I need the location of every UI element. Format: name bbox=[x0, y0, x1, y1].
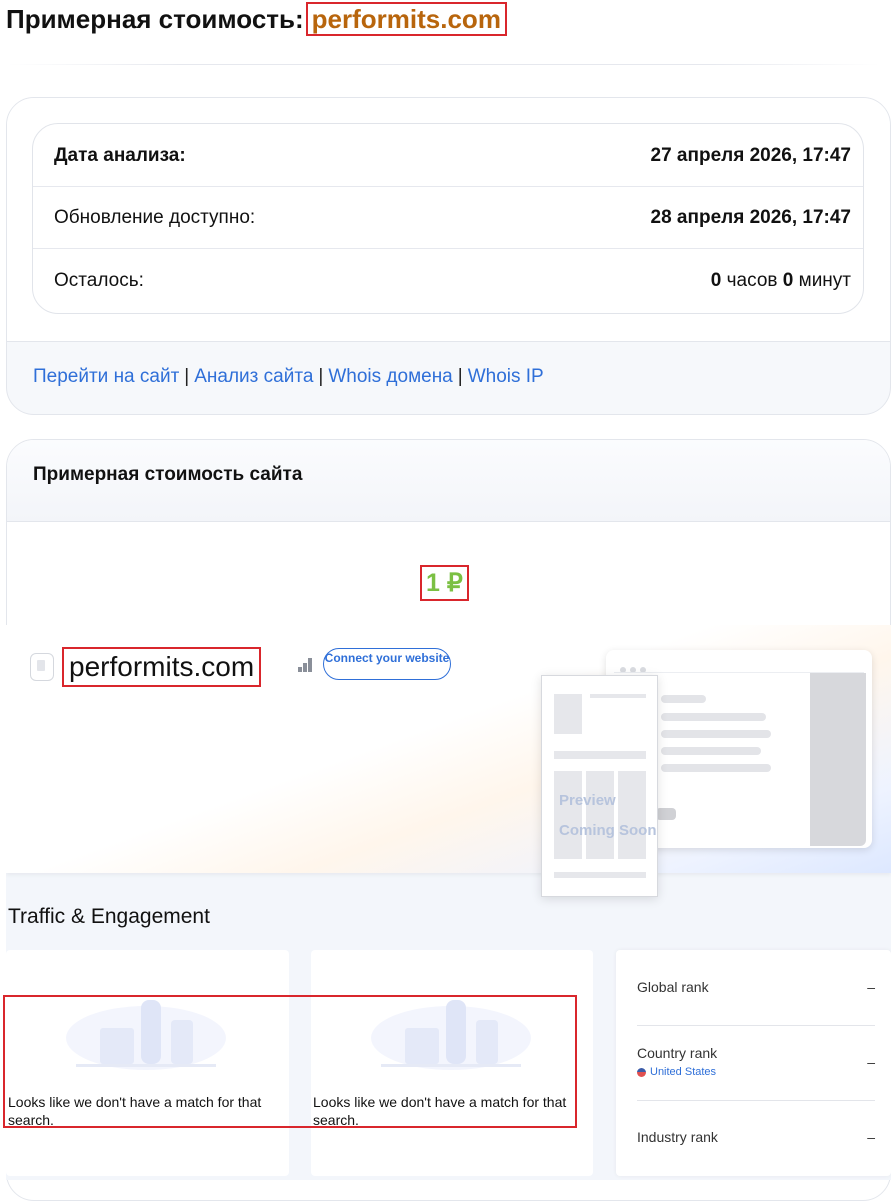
widget-site-name: performits.com bbox=[62, 647, 262, 687]
engagement-empty-pane: Looks like we don't have a match for tha… bbox=[311, 950, 593, 1176]
industry-rank-label: Industry rank bbox=[637, 1129, 718, 1145]
link-site-analysis[interactable]: Анализ сайта bbox=[194, 366, 313, 387]
link-whois-ip[interactable]: Whois IP bbox=[468, 366, 544, 387]
country-rank-row: Country rank United States – bbox=[637, 1025, 875, 1101]
remaining-hours-unit: часов bbox=[726, 270, 778, 291]
remaining-row: Осталось: 0 часов 0 минут bbox=[33, 249, 863, 311]
country-rank-value: – bbox=[867, 1054, 875, 1070]
link-separator: | bbox=[184, 366, 190, 387]
global-rank-value: – bbox=[867, 979, 875, 995]
empty-state-message: Looks like we don't have a match for tha… bbox=[313, 1094, 567, 1128]
global-rank-row: Global rank – bbox=[637, 950, 875, 1026]
industry-rank-value: – bbox=[867, 1129, 875, 1145]
header-divider bbox=[8, 64, 880, 65]
site-cost-price: 1 ₽ bbox=[420, 565, 469, 601]
remaining-minutes: 0 bbox=[782, 270, 794, 291]
preview-line1: Preview bbox=[559, 792, 616, 809]
remaining-label: Осталось: bbox=[54, 270, 144, 291]
country-rank-label: Country rank bbox=[637, 1045, 718, 1061]
update-available-label: Обновление доступно: bbox=[54, 207, 256, 228]
global-rank-label: Global rank bbox=[637, 979, 709, 995]
rank-bars-icon bbox=[298, 658, 314, 672]
similarweb-widget: performits.com Connect your website Prev… bbox=[6, 625, 891, 1180]
site-cost-title: Примерная стоимость сайта bbox=[33, 464, 303, 485]
analysis-info-card: Дата анализа: 27 апреля 2026, 17:47 Обно… bbox=[6, 97, 891, 415]
traffic-empty-pane: Looks like we don't have a match for tha… bbox=[6, 950, 289, 1176]
preview-coming-soon: Preview Coming Soon bbox=[559, 786, 657, 846]
link-separator: | bbox=[457, 366, 463, 387]
empty-state-illustration-icon bbox=[371, 1000, 531, 1070]
preview-line2: Coming Soon bbox=[559, 822, 657, 839]
ranks-pane: Global rank – Country rank United States… bbox=[616, 950, 891, 1176]
analysis-date-value: 27 апреля 2026, 17:47 bbox=[650, 145, 851, 166]
site-cost-card-header: Примерная стоимость сайта bbox=[7, 440, 890, 522]
mobile-preview-mockup: Preview Coming Soon bbox=[541, 675, 658, 897]
remaining-hours: 0 bbox=[710, 270, 722, 291]
page-title: Примерная стоимость: performits.com bbox=[6, 2, 507, 36]
industry-rank-row: Industry rank – bbox=[637, 1100, 875, 1175]
page-title-domain: performits.com bbox=[305, 2, 507, 36]
us-flag-icon bbox=[637, 1067, 646, 1077]
connect-website-button[interactable]: Connect your website bbox=[323, 648, 451, 680]
link-whois-domain[interactable]: Whois домена bbox=[328, 366, 452, 387]
empty-state-message: Looks like we don't have a match for tha… bbox=[8, 1094, 262, 1128]
link-separator: | bbox=[318, 366, 324, 387]
analysis-info-table: Дата анализа: 27 апреля 2026, 17:47 Обно… bbox=[32, 123, 864, 314]
link-go-to-site[interactable]: Перейти на сайт bbox=[33, 366, 179, 387]
update-available-value: 28 апреля 2026, 17:47 bbox=[650, 207, 851, 228]
analysis-date-label: Дата анализа: bbox=[54, 145, 186, 166]
update-available-row: Обновление доступно: 28 апреля 2026, 17:… bbox=[33, 186, 863, 249]
widget-hero: performits.com Connect your website Prev… bbox=[6, 625, 891, 897]
country-rank-country[interactable]: United States bbox=[637, 1066, 716, 1078]
empty-state-illustration-icon bbox=[66, 1000, 226, 1070]
page-title-prefix: Примерная стоимость: bbox=[6, 4, 304, 34]
traffic-engagement-title: Traffic & Engagement bbox=[8, 905, 210, 928]
remaining-value: 0 часов 0 минут bbox=[711, 270, 851, 292]
analysis-date-row: Дата анализа: 27 апреля 2026, 17:47 bbox=[33, 124, 863, 187]
quick-links: Перейти на сайт | Анализ сайта | Whois домен… bbox=[33, 366, 544, 388]
remaining-minutes-unit: минут bbox=[798, 270, 851, 291]
favicon-icon bbox=[30, 653, 54, 681]
